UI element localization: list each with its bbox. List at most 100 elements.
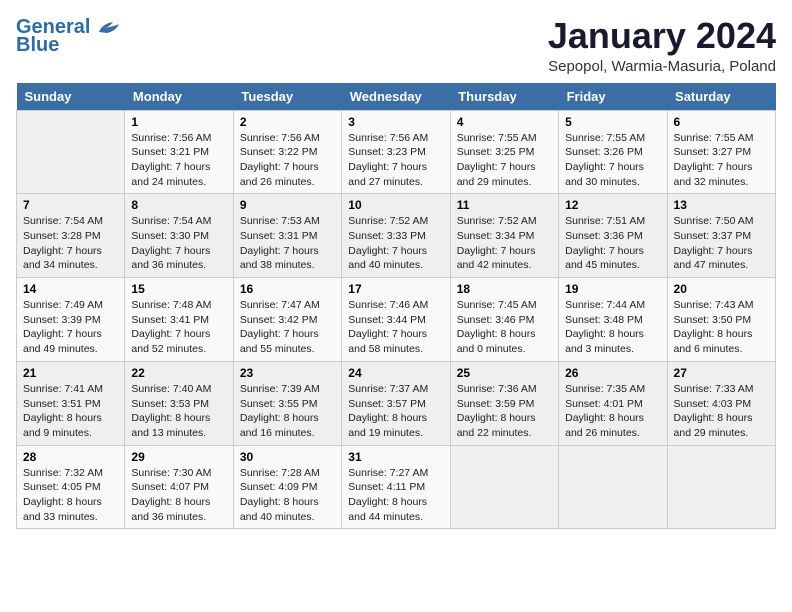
calendar-week-row: 1Sunrise: 7:56 AMSunset: 3:21 PMDaylight… <box>17 110 776 194</box>
day-header-friday: Friday <box>559 83 667 111</box>
logo-blue: Blue <box>16 34 59 57</box>
day-info: Sunrise: 7:56 AMSunset: 3:21 PMDaylight:… <box>131 131 226 190</box>
calendar-cell: 15Sunrise: 7:48 AMSunset: 3:41 PMDayligh… <box>125 278 233 362</box>
day-info: Sunrise: 7:56 AMSunset: 3:23 PMDaylight:… <box>348 131 443 190</box>
title-section: January 2024 Sepopol, Warmia-Masuria, Po… <box>548 16 776 75</box>
day-number: 11 <box>457 198 552 212</box>
day-info: Sunrise: 7:55 AMSunset: 3:25 PMDaylight:… <box>457 131 552 190</box>
day-number: 28 <box>23 450 118 464</box>
day-info: Sunrise: 7:45 AMSunset: 3:46 PMDaylight:… <box>457 298 552 357</box>
calendar-cell: 7 Sunrise: 7:54 AMSunset: 3:28 PMDaylight… <box>17 194 125 278</box>
calendar-cell: 8 Sunrise: 7:54 AMSunset: 3:30 PMDaylight… <box>125 194 233 278</box>
calendar-cell: 13 Sunrise: 7:50 AMSunset: 3:37 PMDayligh… <box>667 194 775 278</box>
calendar-cell: 19 Sunrise: 7:44 AMSunset: 3:48 PMDayligh… <box>559 278 667 362</box>
day-number: 21 <box>23 366 118 380</box>
calendar-cell: 14 Sunrise: 7:49 AMSunset: 3:39 PMDayligh… <box>17 278 125 362</box>
day-number: 7 <box>23 198 118 212</box>
day-number: 19 <box>565 282 660 296</box>
day-number: 14 <box>23 282 118 296</box>
day-number: 17 <box>348 282 443 296</box>
day-info: Sunrise: 7:54 AMSunset: 3:30 PMDaylight:… <box>131 214 226 273</box>
day-info: Sunrise: 7:55 AMSunset: 3:27 PMDaylight:… <box>674 131 769 190</box>
calendar-cell <box>450 445 558 529</box>
day-number: 16 <box>240 282 335 296</box>
day-number: 12 <box>565 198 660 212</box>
calendar-title: January 2024 <box>548 16 776 56</box>
day-number: 31 <box>348 450 443 464</box>
calendar-body: 1Sunrise: 7:56 AMSunset: 3:21 PMDaylight… <box>17 110 776 529</box>
day-number: 5 <box>565 115 660 129</box>
day-info: Sunrise: 7:44 AMSunset: 3:48 PMDaylight:… <box>565 298 660 357</box>
calendar-week-row: 7 Sunrise: 7:54 AMSunset: 3:28 PMDaylight… <box>17 194 776 278</box>
calendar-cell: 29 Sunrise: 7:30 AMSunset: 4:07 PMDayligh… <box>125 445 233 529</box>
day-number: 29 <box>131 450 226 464</box>
logo: General Blue <box>16 16 120 57</box>
calendar-cell: 28Sunrise: 7:32 AMSunset: 4:05 PMDayligh… <box>17 445 125 529</box>
day-number: 6 <box>674 115 769 129</box>
logo-bird-icon <box>97 20 119 36</box>
day-info: Sunrise: 7:39 AMSunset: 3:55 PMDaylight:… <box>240 382 335 441</box>
calendar-cell: 30Sunrise: 7:28 AMSunset: 4:09 PMDayligh… <box>233 445 341 529</box>
day-number: 22 <box>131 366 226 380</box>
calendar-cell: 27Sunrise: 7:33 AMSunset: 4:03 PMDayligh… <box>667 361 775 445</box>
calendar-week-row: 28Sunrise: 7:32 AMSunset: 4:05 PMDayligh… <box>17 445 776 529</box>
day-info: Sunrise: 7:40 AMSunset: 3:53 PMDaylight:… <box>131 382 226 441</box>
calendar-table: SundayMondayTuesdayWednesdayThursdayFrid… <box>16 83 776 530</box>
day-info: Sunrise: 7:49 AMSunset: 3:39 PMDaylight:… <box>23 298 118 357</box>
calendar-cell: 16 Sunrise: 7:47 AMSunset: 3:42 PMDayligh… <box>233 278 341 362</box>
calendar-cell: 31Sunrise: 7:27 AMSunset: 4:11 PMDayligh… <box>342 445 450 529</box>
day-info: Sunrise: 7:55 AMSunset: 3:26 PMDaylight:… <box>565 131 660 190</box>
calendar-subtitle: Sepopol, Warmia-Masuria, Poland <box>548 58 776 75</box>
day-number: 26 <box>565 366 660 380</box>
day-info: Sunrise: 7:52 AMSunset: 3:33 PMDaylight:… <box>348 214 443 273</box>
day-info: Sunrise: 7:47 AMSunset: 3:42 PMDaylight:… <box>240 298 335 357</box>
day-header-monday: Monday <box>125 83 233 111</box>
day-number: 24 <box>348 366 443 380</box>
calendar-cell: 18 Sunrise: 7:45 AMSunset: 3:46 PMDayligh… <box>450 278 558 362</box>
day-info: Sunrise: 7:28 AMSunset: 4:09 PMDaylight:… <box>240 466 335 525</box>
calendar-cell <box>559 445 667 529</box>
calendar-cell: 2 Sunrise: 7:56 AMSunset: 3:22 PMDaylight… <box>233 110 341 194</box>
day-info: Sunrise: 7:50 AMSunset: 3:37 PMDaylight:… <box>674 214 769 273</box>
day-number: 9 <box>240 198 335 212</box>
day-info: Sunrise: 7:56 AMSunset: 3:22 PMDaylight:… <box>240 131 335 190</box>
day-info: Sunrise: 7:48 AMSunset: 3:41 PMDaylight:… <box>131 298 226 357</box>
calendar-cell: 22 Sunrise: 7:40 AMSunset: 3:53 PMDayligh… <box>125 361 233 445</box>
day-number: 2 <box>240 115 335 129</box>
day-number: 23 <box>240 366 335 380</box>
header: General Blue January 2024 Sepopol, Warmi… <box>16 16 776 75</box>
day-info: Sunrise: 7:35 AMSunset: 4:01 PMDaylight:… <box>565 382 660 441</box>
day-info: Sunrise: 7:30 AMSunset: 4:07 PMDaylight:… <box>131 466 226 525</box>
calendar-cell: 6 Sunrise: 7:55 AMSunset: 3:27 PMDaylight… <box>667 110 775 194</box>
day-header-thursday: Thursday <box>450 83 558 111</box>
day-header-tuesday: Tuesday <box>233 83 341 111</box>
day-number: 4 <box>457 115 552 129</box>
calendar-cell: 1Sunrise: 7:56 AMSunset: 3:21 PMDaylight… <box>125 110 233 194</box>
calendar-cell <box>667 445 775 529</box>
day-info: Sunrise: 7:33 AMSunset: 4:03 PMDaylight:… <box>674 382 769 441</box>
calendar-cell: 3Sunrise: 7:56 AMSunset: 3:23 PMDaylight… <box>342 110 450 194</box>
day-info: Sunrise: 7:46 AMSunset: 3:44 PMDaylight:… <box>348 298 443 357</box>
day-info: Sunrise: 7:36 AMSunset: 3:59 PMDaylight:… <box>457 382 552 441</box>
calendar-week-row: 21Sunrise: 7:41 AMSunset: 3:51 PMDayligh… <box>17 361 776 445</box>
calendar-cell: 5 Sunrise: 7:55 AMSunset: 3:26 PMDaylight… <box>559 110 667 194</box>
day-header-wednesday: Wednesday <box>342 83 450 111</box>
day-number: 18 <box>457 282 552 296</box>
day-info: Sunrise: 7:54 AMSunset: 3:28 PMDaylight:… <box>23 214 118 273</box>
day-number: 13 <box>674 198 769 212</box>
calendar-cell <box>17 110 125 194</box>
calendar-cell: 10Sunrise: 7:52 AMSunset: 3:33 PMDayligh… <box>342 194 450 278</box>
day-info: Sunrise: 7:51 AMSunset: 3:36 PMDaylight:… <box>565 214 660 273</box>
calendar-cell: 24 Sunrise: 7:37 AMSunset: 3:57 PMDayligh… <box>342 361 450 445</box>
day-number: 8 <box>131 198 226 212</box>
day-info: Sunrise: 7:37 AMSunset: 3:57 PMDaylight:… <box>348 382 443 441</box>
calendar-cell: 21Sunrise: 7:41 AMSunset: 3:51 PMDayligh… <box>17 361 125 445</box>
day-info: Sunrise: 7:43 AMSunset: 3:50 PMDaylight:… <box>674 298 769 357</box>
day-header-sunday: Sunday <box>17 83 125 111</box>
calendar-cell: 11Sunrise: 7:52 AMSunset: 3:34 PMDayligh… <box>450 194 558 278</box>
calendar-cell: 20Sunrise: 7:43 AMSunset: 3:50 PMDayligh… <box>667 278 775 362</box>
day-info: Sunrise: 7:53 AMSunset: 3:31 PMDaylight:… <box>240 214 335 273</box>
calendar-cell: 23 Sunrise: 7:39 AMSunset: 3:55 PMDayligh… <box>233 361 341 445</box>
day-number: 25 <box>457 366 552 380</box>
calendar-cell: 9 Sunrise: 7:53 AMSunset: 3:31 PMDaylight… <box>233 194 341 278</box>
